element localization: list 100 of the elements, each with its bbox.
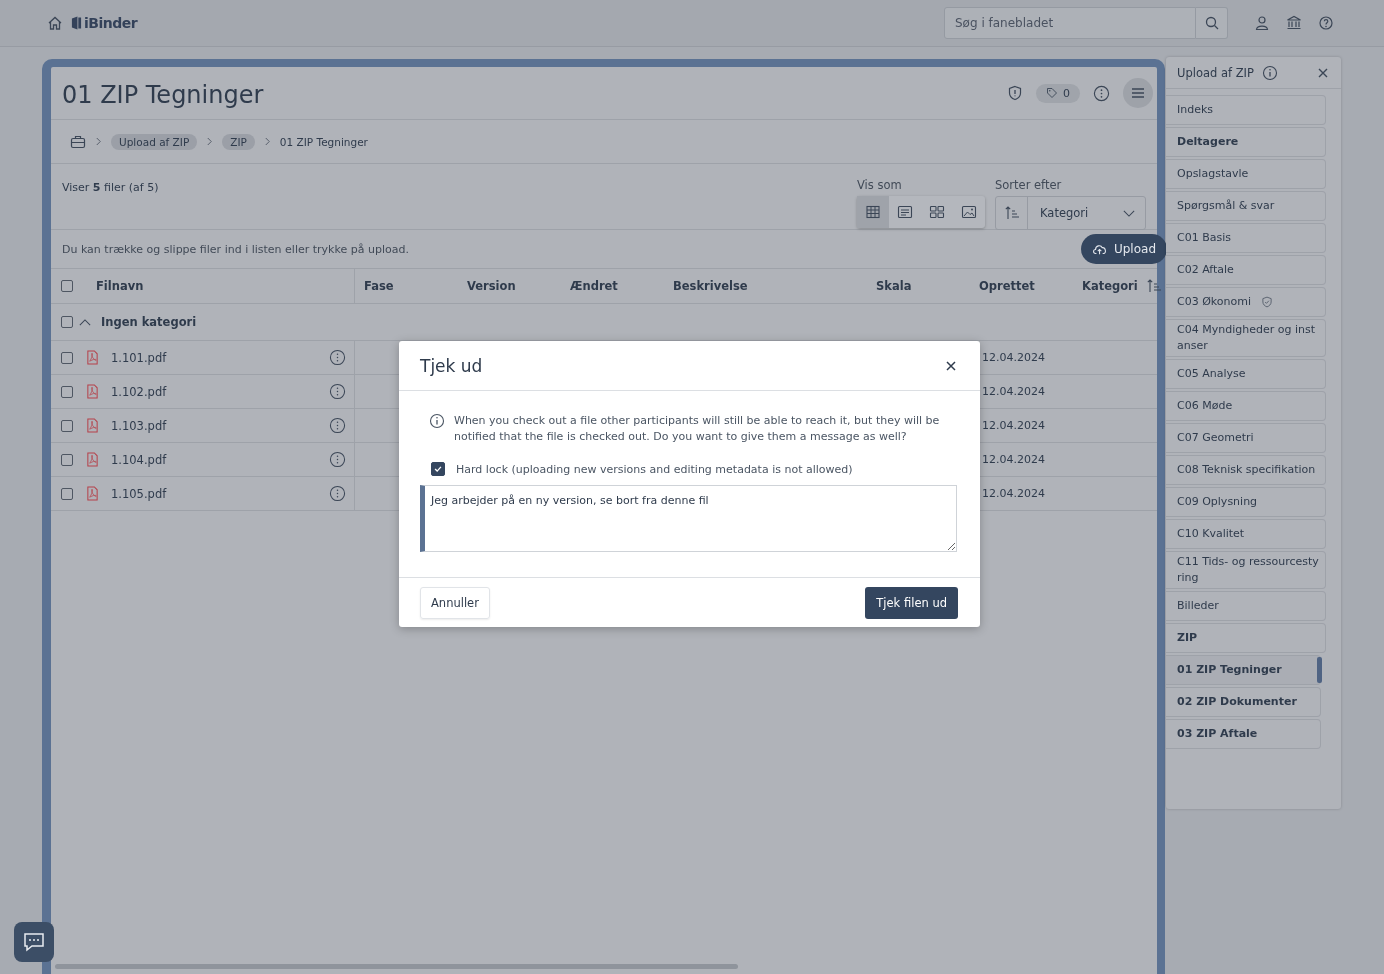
view-label: Vis som (857, 178, 903, 192)
nav-item[interactable]: C10 Kvalitet (1166, 519, 1326, 549)
more-icon[interactable] (329, 485, 346, 502)
nav-item[interactable]: C06 Møde (1166, 391, 1326, 421)
selection-indicator (1317, 657, 1322, 683)
menu-button[interactable] (1123, 78, 1153, 108)
file-name-link[interactable]: 1.105.pdf (111, 486, 167, 501)
pdf-file-icon (86, 350, 99, 365)
page-title: 01 ZIP Tegninger (62, 80, 264, 109)
view-mode-button[interactable] (857, 196, 889, 228)
list-icon[interactable] (897, 204, 913, 220)
pdf-file-icon (86, 486, 99, 501)
sort-icon[interactable] (1003, 205, 1020, 221)
file-name-link[interactable]: 1.104.pdf (111, 452, 167, 467)
logo-icon (71, 15, 82, 31)
tag-icon[interactable] (1046, 87, 1058, 99)
chat-icon[interactable] (22, 930, 46, 954)
briefcase-icon[interactable] (70, 133, 86, 150)
nav-item[interactable]: 03 ZIP Aftale (1166, 719, 1321, 749)
row-checkbox[interactable] (61, 385, 73, 398)
pdf-file-icon (86, 384, 99, 399)
column-header[interactable]: Ændret (570, 279, 618, 293)
upload-button[interactable]: Upload (1080, 234, 1167, 264)
user-icon[interactable] (1254, 15, 1270, 31)
column-header[interactable]: Beskrivelse (673, 279, 748, 293)
row-checkbox[interactable] (61, 351, 73, 364)
more-icon[interactable] (329, 417, 346, 434)
sort-label: Sorter efter (995, 178, 1063, 192)
breadcrumb-link[interactable]: ZIP (222, 133, 255, 150)
nav-item[interactable]: Billeder (1166, 591, 1326, 621)
horizontal-scrollbar[interactable] (55, 964, 738, 969)
nav-item[interactable]: C05 Analyse (1166, 359, 1326, 389)
more-icon[interactable] (1093, 84, 1110, 102)
home-icon[interactable] (47, 15, 63, 31)
column-header[interactable]: Fase (364, 279, 394, 293)
more-icon[interactable] (329, 451, 346, 468)
grid-icon[interactable] (929, 204, 945, 220)
created-date-cell: 12.04.2024 (982, 351, 1045, 364)
file-name-link[interactable]: 1.101.pdf (111, 350, 167, 365)
nav-item[interactable]: C02 Aftale (1166, 255, 1326, 285)
search-button[interactable] (1196, 7, 1228, 39)
dialog-title: Tjek ud (420, 355, 483, 376)
created-date-cell: 12.04.2024 (982, 487, 1045, 500)
chevron-right-icon (263, 137, 271, 146)
nav-item[interactable]: Indeks (1166, 95, 1326, 125)
nav-item[interactable]: Spørgsmål & svar (1166, 191, 1326, 221)
image-icon[interactable] (961, 204, 977, 220)
logo-text[interactable]: iBinder (84, 15, 138, 31)
column-header[interactable]: Filnavn (96, 279, 144, 293)
nav-item[interactable]: C03 Økonomi (1166, 287, 1326, 317)
group-label: Ingen kategori (101, 315, 197, 329)
chat-button[interactable] (14, 922, 54, 962)
search-field[interactable]: Søg i fanebladet (944, 7, 1196, 39)
close-icon[interactable] (1317, 66, 1329, 79)
table-icon[interactable] (865, 204, 881, 220)
tag-count-button[interactable]: 0 (1036, 83, 1080, 103)
nav-item[interactable]: C07 Geometri (1166, 423, 1326, 453)
nav-item[interactable]: C08 Teknisk specifikation (1166, 455, 1326, 485)
chevron-up-icon[interactable] (79, 318, 91, 326)
nav-item[interactable]: ZIP (1166, 623, 1326, 653)
nav-item[interactable]: C04 Myndigheder og instanser (1166, 319, 1326, 357)
select-all-checkbox[interactable] (61, 280, 73, 292)
shield-icon[interactable] (1007, 85, 1023, 101)
file-name-link[interactable]: 1.103.pdf (111, 418, 167, 433)
sort-icon[interactable] (1145, 278, 1162, 294)
more-icon[interactable] (329, 383, 346, 400)
nav-item[interactable]: 01 ZIP Tegninger (1166, 655, 1321, 685)
group-checkbox[interactable] (61, 316, 73, 328)
drop-hint-text: Du kan trække og slippe filer ind i listen eller trykke på upload. (62, 242, 409, 256)
close-icon[interactable] (945, 359, 957, 372)
pdf-file-icon (86, 452, 99, 467)
column-header[interactable]: Version (467, 279, 516, 293)
row-checkbox[interactable] (61, 487, 73, 500)
help-icon[interactable] (1318, 15, 1334, 31)
row-checkbox[interactable] (61, 419, 73, 432)
file-name-link[interactable]: 1.102.pdf (111, 384, 167, 399)
more-icon[interactable] (329, 349, 346, 366)
panel-title: Upload af ZIP (1177, 65, 1254, 80)
nav-item[interactable]: C09 Oplysning (1166, 487, 1326, 517)
info-icon[interactable] (1261, 64, 1278, 81)
row-checkbox[interactable] (61, 453, 73, 466)
bank-icon[interactable] (1286, 15, 1302, 31)
nav-item[interactable]: Opslagstavle (1166, 159, 1326, 189)
column-header[interactable]: Kategori (1082, 279, 1138, 293)
search-icon[interactable] (1203, 15, 1220, 31)
column-header[interactable]: Skala (876, 279, 912, 293)
cancel-button[interactable]: Annuller (420, 586, 490, 619)
chevron-down-icon[interactable] (1123, 209, 1135, 217)
nav-item[interactable]: C11 Tids- og ressourcestyring (1166, 551, 1326, 589)
message-field[interactable]: Jeg arbejder på en ny version, se bort fra denne fil (420, 485, 957, 552)
check-out-button[interactable]: Tjek filen ud (865, 586, 958, 619)
menu-icon[interactable] (1130, 85, 1146, 101)
column-header[interactable]: Oprettet (979, 279, 1035, 293)
nav-item[interactable]: 02 ZIP Dokumenter (1166, 687, 1321, 717)
pdf-file-icon (86, 418, 99, 433)
hard-lock-label: Hard lock (uploading new versions and editing metadata is not allowed) (456, 462, 853, 476)
nav-item[interactable]: C01 Basis (1166, 223, 1326, 253)
breadcrumb-link[interactable]: Upload af ZIP (111, 133, 198, 150)
chevron-right-icon (206, 137, 214, 146)
nav-item[interactable]: Deltagere (1166, 127, 1326, 157)
